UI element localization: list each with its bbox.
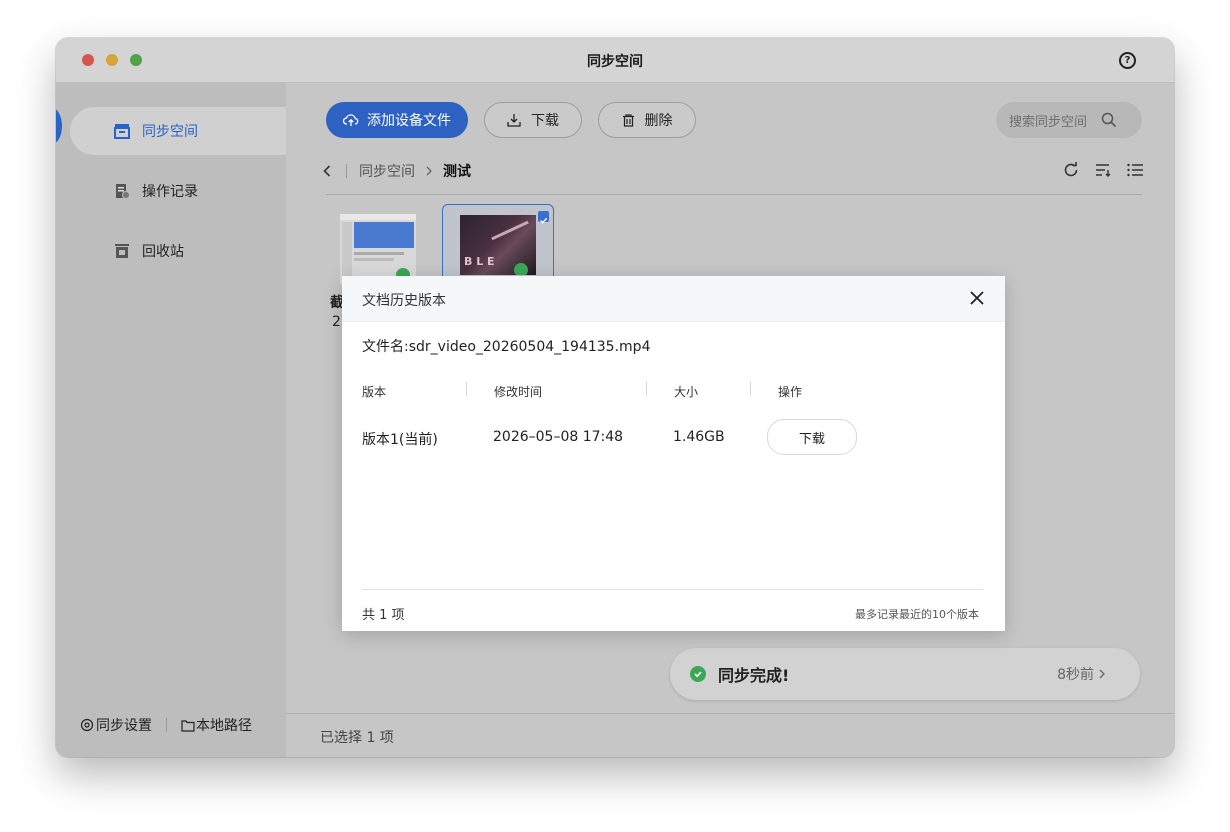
breadcrumb: 同步空间 测试 — [322, 161, 471, 181]
column-header-action: 操作 — [778, 385, 803, 399]
operation-log-icon — [114, 183, 130, 199]
column-divider — [466, 382, 467, 396]
dialog-header: 文档历史版本 — [342, 276, 1005, 322]
view-toolbar — [1062, 161, 1144, 179]
download-label: 下载 — [531, 113, 559, 129]
file-thumbnail — [340, 214, 416, 284]
chevron-right-icon — [1099, 669, 1105, 679]
title-bar: 同步空间 ? — [56, 38, 1174, 83]
breadcrumb-current: 测试 — [443, 164, 471, 180]
sidebar-item-trash[interactable]: 回收站 — [70, 227, 286, 275]
column-header-modified: 修改时间 — [494, 385, 543, 399]
dialog-title: 文档历史版本 — [362, 293, 446, 309]
sidebar-active-indicator — [56, 108, 62, 144]
refresh-icon[interactable] — [1062, 161, 1080, 179]
add-device-files-label: 添加设备文件 — [367, 113, 451, 129]
version-download-button[interactable]: 下载 — [767, 419, 857, 455]
sidebar-item-label: 同步空间 — [142, 124, 198, 140]
download-icon — [507, 114, 521, 127]
version-limit-note: 最多记录最近的10个版本 — [855, 608, 979, 621]
file-thumbnail: B L E — [460, 215, 536, 275]
column-header-version: 版本 — [362, 385, 387, 399]
version-cell: 版本1(当前) — [362, 432, 438, 448]
sidebar: 同步空间 操作记录 回收站 同步设置 本地路径 — [56, 83, 286, 757]
sync-settings-label: 同步设置 — [96, 718, 152, 734]
success-check-icon — [690, 666, 706, 682]
footer-divider — [166, 718, 167, 732]
breadcrumb-divider — [346, 164, 347, 178]
cloud-upload-icon — [343, 114, 359, 126]
file-name-label: 文件名:sdr_video_20260504_194135.mp4 — [362, 339, 651, 355]
search-placeholder: 搜索同步空间 — [1009, 114, 1088, 130]
add-device-files-button[interactable]: 添加设备文件 — [326, 102, 468, 138]
search-input[interactable]: 搜索同步空间 — [996, 102, 1142, 138]
settings-icon — [80, 718, 94, 732]
toast-time: 8秒前 — [1057, 667, 1094, 683]
column-divider — [646, 382, 647, 396]
trash-icon — [114, 243, 130, 259]
version-history-dialog: 文档历史版本 文件名:sdr_video_20260504_194135.mp4… — [342, 276, 1005, 631]
sidebar-footer: 同步设置 本地路径 — [80, 715, 252, 735]
list-view-icon[interactable] — [1126, 161, 1144, 179]
delete-label: 删除 — [644, 113, 673, 129]
help-icon[interactable]: ? — [1119, 52, 1136, 69]
download-button[interactable]: 下载 — [484, 102, 582, 138]
sort-icon[interactable] — [1094, 161, 1112, 179]
delete-button[interactable]: 删除 — [598, 102, 696, 138]
sidebar-item-label: 回收站 — [142, 244, 184, 260]
footer-divider — [362, 589, 983, 590]
delete-icon — [622, 113, 634, 127]
sync-space-icon — [114, 123, 130, 139]
header-divider — [326, 194, 1142, 195]
breadcrumb-root[interactable]: 同步空间 — [359, 161, 415, 181]
column-header-size: 大小 — [674, 385, 699, 399]
checkbox-checked-icon[interactable] — [538, 211, 549, 224]
chevron-right-icon — [426, 166, 432, 176]
size-cell: 1.46GB — [673, 429, 725, 445]
sidebar-item-label: 操作记录 — [142, 184, 198, 200]
sync-complete-toast[interactable]: 同步完成! 8秒前 — [670, 648, 1140, 700]
search-icon[interactable] — [1101, 112, 1117, 128]
sidebar-item-sync-space[interactable]: 同步空间 — [70, 107, 286, 155]
modified-time-cell: 2026–05–08 17:48 — [493, 429, 624, 445]
back-icon[interactable] — [322, 164, 332, 178]
sync-settings-link[interactable]: 同步设置 — [80, 715, 152, 735]
column-divider — [750, 382, 751, 396]
window-title: 同步空间 — [587, 54, 643, 70]
folder-icon — [181, 719, 195, 732]
local-path-label: 本地路径 — [196, 718, 252, 734]
sidebar-item-operation-log[interactable]: 操作记录 — [70, 167, 286, 215]
file-date: 2 — [332, 314, 341, 330]
selection-count: 已选择 1 项 — [320, 730, 394, 746]
local-path-link[interactable]: 本地路径 — [181, 715, 252, 735]
close-icon[interactable] — [967, 288, 987, 308]
status-bar: 已选择 1 项 — [286, 713, 1174, 757]
toast-message: 同步完成! — [718, 666, 790, 685]
version-download-label: 下载 — [798, 431, 825, 447]
total-count: 共 1 项 — [362, 608, 405, 623]
